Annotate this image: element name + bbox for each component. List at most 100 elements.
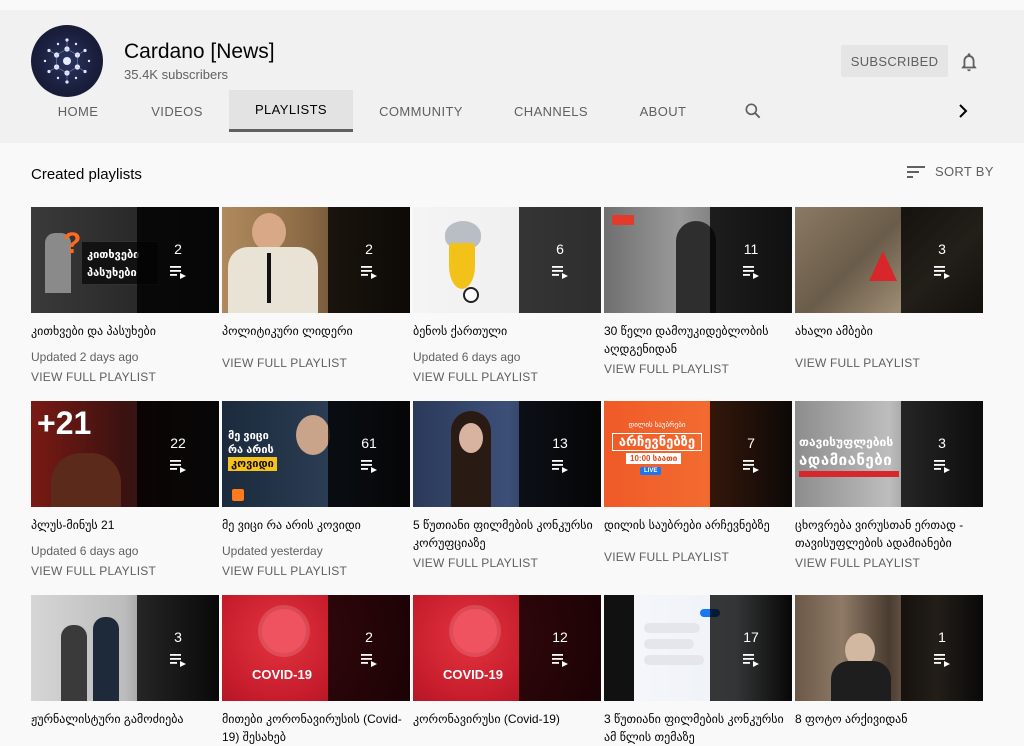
sort-by-button[interactable]: SORT BY bbox=[907, 164, 994, 179]
search-icon[interactable] bbox=[743, 101, 763, 121]
playlist-card[interactable]: 1 8 ფოტო არქივიდან bbox=[795, 595, 983, 728]
playlist-card[interactable]: 3 ახალი ამბები VIEW FULL PLAYLIST bbox=[795, 207, 983, 370]
playlist-icon bbox=[934, 460, 950, 473]
playlist-title[interactable]: 8 ფოტო არქივიდან bbox=[795, 710, 983, 728]
playlist-count-overlay: 3 bbox=[137, 595, 219, 701]
playlist-card[interactable]: 3 ჟურნალისტური გამოძიება bbox=[31, 595, 219, 728]
thumbnail-caption: COVID-19 bbox=[252, 667, 312, 682]
subscriber-count: 35.4K subscribers bbox=[124, 67, 229, 82]
person-shirt bbox=[228, 247, 318, 313]
thumbnail-caption: თავისუფლების bbox=[799, 435, 894, 449]
tab-community[interactable]: COMMUNITY bbox=[353, 90, 489, 132]
tab-videos[interactable]: VIDEOS bbox=[125, 90, 229, 132]
playlist-title[interactable]: პოლიტიკური ლიდერი bbox=[222, 322, 410, 340]
playlist-icon bbox=[552, 266, 568, 279]
playlist-count-overlay: 2 bbox=[328, 207, 410, 313]
view-full-playlist-link[interactable]: VIEW FULL PLAYLIST bbox=[795, 356, 983, 370]
video-count: 3 bbox=[938, 435, 946, 451]
playlist-thumbnail[interactable]: მე ვიცი რა არის კოვიდი 61 bbox=[222, 401, 410, 507]
view-full-playlist-link[interactable]: VIEW FULL PLAYLIST bbox=[795, 556, 983, 570]
live-badge: LIVE bbox=[640, 467, 662, 475]
playlist-icon bbox=[361, 460, 377, 473]
chevron-right-icon[interactable] bbox=[955, 103, 971, 119]
playlist-count-overlay: 17 bbox=[710, 595, 792, 701]
playlist-count-overlay: 2 bbox=[137, 207, 219, 313]
person-head bbox=[252, 213, 286, 251]
person-silhouette bbox=[61, 625, 87, 701]
playlist-thumbnail[interactable]: თავისუფლების ადამიანები 3 bbox=[795, 401, 983, 507]
view-full-playlist-link[interactable]: VIEW FULL PLAYLIST bbox=[604, 362, 792, 376]
playlist-card[interactable]: 6 ბენოს ქართული Updated 6 days ago VIEW … bbox=[413, 207, 601, 384]
playlist-title[interactable]: მითები კორონავირუსის (Covid-19) შესახებ bbox=[222, 710, 410, 746]
playlist-icon bbox=[170, 266, 186, 279]
view-full-playlist-link[interactable]: VIEW FULL PLAYLIST bbox=[222, 564, 410, 578]
channel-name[interactable]: Cardano [News] bbox=[124, 40, 275, 64]
playlist-card[interactable]: COVID-19 12 კორონავირუსი (Covid-19) bbox=[413, 595, 601, 728]
red-banner bbox=[612, 215, 634, 225]
playlist-title[interactable]: ცხოვრება ვირუსთან ერთად - თავისუფლების ა… bbox=[795, 516, 983, 552]
playlist-count-overlay: 6 bbox=[519, 207, 601, 313]
playlist-count-overlay: 11 bbox=[710, 207, 792, 313]
playlist-card[interactable]: ? კითხვები პასუხები 2 კითხვები და პასუხე… bbox=[31, 207, 219, 384]
caption-line: რა არის bbox=[228, 444, 274, 456]
person-head bbox=[296, 415, 330, 455]
tab-playlists[interactable]: PLAYLISTS bbox=[229, 90, 353, 132]
bell-icon[interactable] bbox=[958, 51, 980, 73]
playlist-card[interactable]: +21 22 პლუს-მინუს 21 Updated 6 days ago … bbox=[31, 401, 219, 578]
playlist-thumbnail[interactable]: 11 bbox=[604, 207, 792, 313]
playlist-thumbnail[interactable]: ? კითხვები პასუხები 2 bbox=[31, 207, 219, 313]
playlist-thumbnail[interactable]: დილის საუბრები არჩევნებზე 10:00 საათი LI… bbox=[604, 401, 792, 507]
video-count: 3 bbox=[938, 241, 946, 257]
tab-channels[interactable]: CHANNELS bbox=[489, 90, 613, 132]
playlist-thumbnail[interactable]: COVID-19 2 bbox=[222, 595, 410, 701]
playlist-thumbnail[interactable]: +21 22 bbox=[31, 401, 219, 507]
playlist-card[interactable]: 11 30 წელი დამოუკიდებლობის აღდგენიდან VI… bbox=[604, 207, 792, 376]
updated-label: Updated 2 days ago bbox=[31, 350, 139, 364]
chat-bubble bbox=[644, 655, 704, 665]
playlist-card[interactable]: COVID-19 2 მითები კორონავირუსის (Covid-1… bbox=[222, 595, 410, 746]
playlist-thumbnail[interactable]: 13 bbox=[413, 401, 601, 507]
subscribe-button[interactable]: SUBSCRIBED bbox=[841, 45, 948, 77]
playlist-title[interactable]: ბენოს ქართული bbox=[413, 322, 601, 340]
playlist-title[interactable]: ახალი ამბები bbox=[795, 322, 983, 340]
thumbnail-caption: მე ვიცი რა არის კოვიდი bbox=[228, 429, 277, 471]
person-silhouette bbox=[93, 617, 119, 701]
view-full-playlist-link[interactable]: VIEW FULL PLAYLIST bbox=[413, 556, 601, 570]
crowd-shape bbox=[51, 453, 121, 507]
playlist-card[interactable]: მე ვიცი რა არის კოვიდი 61 მე ვიცი რა არი… bbox=[222, 401, 410, 578]
video-count: 22 bbox=[170, 435, 186, 451]
view-full-playlist-link[interactable]: VIEW FULL PLAYLIST bbox=[31, 370, 219, 384]
tab-about[interactable]: ABOUT bbox=[613, 90, 713, 132]
playlist-card[interactable]: დილის საუბრები არჩევნებზე 10:00 საათი LI… bbox=[604, 401, 792, 564]
playlist-thumbnail[interactable]: 3 bbox=[795, 207, 983, 313]
view-full-playlist-link[interactable]: VIEW FULL PLAYLIST bbox=[413, 370, 601, 384]
playlist-title[interactable]: 30 წელი დამოუკიდებლობის აღდგენიდან bbox=[604, 322, 792, 358]
channel-avatar[interactable] bbox=[31, 25, 103, 97]
playlist-thumbnail[interactable]: 1 bbox=[795, 595, 983, 701]
sort-icon bbox=[907, 165, 925, 178]
playlist-count-overlay: 22 bbox=[137, 401, 219, 507]
playlist-card[interactable]: 2 პოლიტიკური ლიდერი VIEW FULL PLAYLIST bbox=[222, 207, 410, 370]
playlist-card[interactable]: თავისუფლების ადამიანები 3 ცხოვრება ვირუს… bbox=[795, 401, 983, 570]
playlist-title[interactable]: კითხვები და პასუხები bbox=[31, 322, 219, 340]
person-tie bbox=[267, 253, 271, 303]
playlist-title[interactable]: პლუს-მინუს 21 bbox=[31, 516, 219, 534]
view-full-playlist-link[interactable]: VIEW FULL PLAYLIST bbox=[222, 356, 410, 370]
playlist-card[interactable]: 13 5 წუთიანი ფილმების კონკურსი კორუფციაზ… bbox=[413, 401, 601, 570]
tab-home[interactable]: HOME bbox=[31, 90, 125, 132]
playlist-card[interactable]: 17 3 წუთიანი ფილმების კონკურსი ამ წლის თ… bbox=[604, 595, 792, 746]
playlist-icon bbox=[743, 266, 759, 279]
playlist-title[interactable]: მე ვიცი რა არის კოვიდი bbox=[222, 516, 410, 534]
playlist-thumbnail[interactable]: 2 bbox=[222, 207, 410, 313]
playlist-thumbnail[interactable]: 17 bbox=[604, 595, 792, 701]
playlist-thumbnail[interactable]: 3 bbox=[31, 595, 219, 701]
view-full-playlist-link[interactable]: VIEW FULL PLAYLIST bbox=[31, 564, 219, 578]
playlist-title[interactable]: 3 წუთიანი ფილმების კონკურსი ამ წლის თემა… bbox=[604, 710, 792, 746]
playlist-thumbnail[interactable]: 6 bbox=[413, 207, 601, 313]
playlist-title[interactable]: კორონავირუსი (Covid-19) bbox=[413, 710, 601, 728]
playlist-title[interactable]: 5 წუთიანი ფილმების კონკურსი კორუფციაზე bbox=[413, 516, 601, 552]
playlist-title[interactable]: ჟურნალისტური გამოძიება bbox=[31, 710, 219, 728]
view-full-playlist-link[interactable]: VIEW FULL PLAYLIST bbox=[604, 550, 792, 564]
playlist-title[interactable]: დილის საუბრები არჩევნებზე bbox=[604, 516, 792, 534]
playlist-thumbnail[interactable]: COVID-19 12 bbox=[413, 595, 601, 701]
